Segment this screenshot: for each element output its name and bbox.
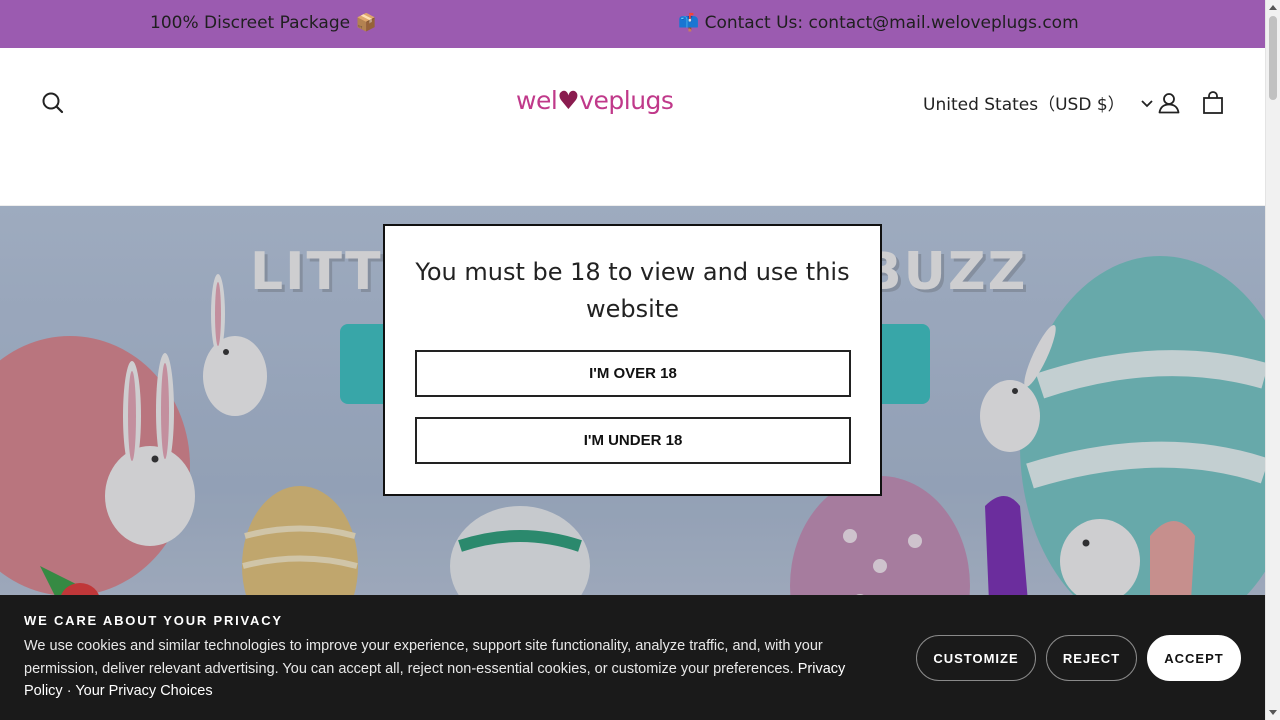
age-verification-dialog: You must be 18 to view and use this webs… xyxy=(383,224,882,496)
currency-selector[interactable]: United States（USD $） xyxy=(923,90,1153,115)
site-logo[interactable]: wel♥veplugs xyxy=(516,86,674,115)
logo-text-we: wel xyxy=(516,86,558,115)
scroll-down-arrow-icon[interactable] xyxy=(1269,710,1277,715)
account-icon[interactable] xyxy=(1156,90,1182,116)
page-scrollbar[interactable] xyxy=(1265,0,1280,720)
accept-cookies-button[interactable]: ACCEPT xyxy=(1147,635,1241,681)
cookie-consent-banner: WE CARE ABOUT YOUR PRIVACY We use cookie… xyxy=(0,595,1265,720)
cookie-banner-body: We use cookies and similar technologies … xyxy=(24,638,823,677)
scrollbar-thumb[interactable] xyxy=(1269,16,1277,100)
customize-cookies-button[interactable]: CUSTOMIZE xyxy=(916,635,1036,681)
over-18-button[interactable]: I'M OVER 18 xyxy=(415,350,851,397)
logo-text-ve: ve xyxy=(579,86,609,115)
logo-heart: ♥ xyxy=(557,86,580,115)
reject-cookies-button[interactable]: REJECT xyxy=(1046,635,1137,681)
under-18-button[interactable]: I'M UNDER 18 xyxy=(415,417,851,464)
discreet-package-message: 100% Discreet Package 📦 xyxy=(150,13,377,33)
site-header: wel♥veplugs United States（USD $） xyxy=(0,48,1265,206)
age-gate-heading: You must be 18 to view and use this webs… xyxy=(415,258,850,323)
currency-label: United States（USD $） xyxy=(923,95,1125,115)
cart-icon[interactable] xyxy=(1200,90,1226,116)
announcement-bar: 100% Discreet Package 📦 📫 Contact Us: co… xyxy=(0,0,1265,48)
cookie-banner-title: WE CARE ABOUT YOUR PRIVACY xyxy=(24,613,283,628)
contact-message[interactable]: 📫 Contact Us: contact@mail.weloveplugs.c… xyxy=(678,12,1079,34)
logo-text-plugs: plugs xyxy=(608,86,674,115)
chevron-down-icon xyxy=(1141,93,1153,113)
privacy-choices-link[interactable]: Your Privacy Choices xyxy=(75,683,212,699)
cookie-banner-text: We use cookies and similar technologies … xyxy=(24,635,876,703)
search-icon[interactable] xyxy=(40,90,66,116)
link-separator: · xyxy=(62,683,76,699)
scroll-up-arrow-icon[interactable] xyxy=(1269,5,1277,10)
